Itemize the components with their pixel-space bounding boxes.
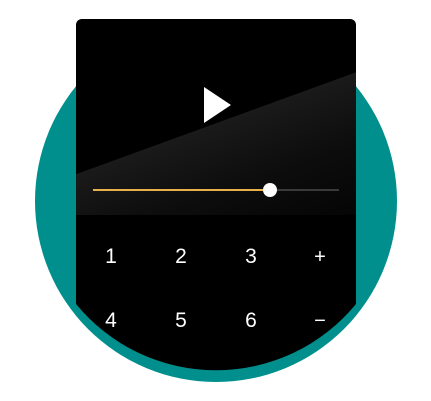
key-plus[interactable]: + [295,237,345,277]
watch-screen: 1 2 3 + 4 5 6 − 8 9 [0,0,431,401]
number-keypad: 1 2 3 + 4 5 6 − 8 9 [76,215,356,383]
key-6[interactable]: 6 [226,301,276,341]
seek-thumb[interactable] [263,183,277,197]
media-panel: 1 2 3 + 4 5 6 − 8 9 [76,19,356,383]
key-1[interactable]: 1 [86,237,136,277]
key-2[interactable]: 2 [156,237,206,277]
video-player[interactable] [76,19,356,215]
play-button[interactable] [200,85,234,125]
key-5[interactable]: 5 [156,301,206,341]
seek-progress-fill [93,189,270,191]
key-3[interactable]: 3 [226,237,276,277]
seek-slider[interactable] [93,183,339,197]
play-icon [200,85,234,125]
